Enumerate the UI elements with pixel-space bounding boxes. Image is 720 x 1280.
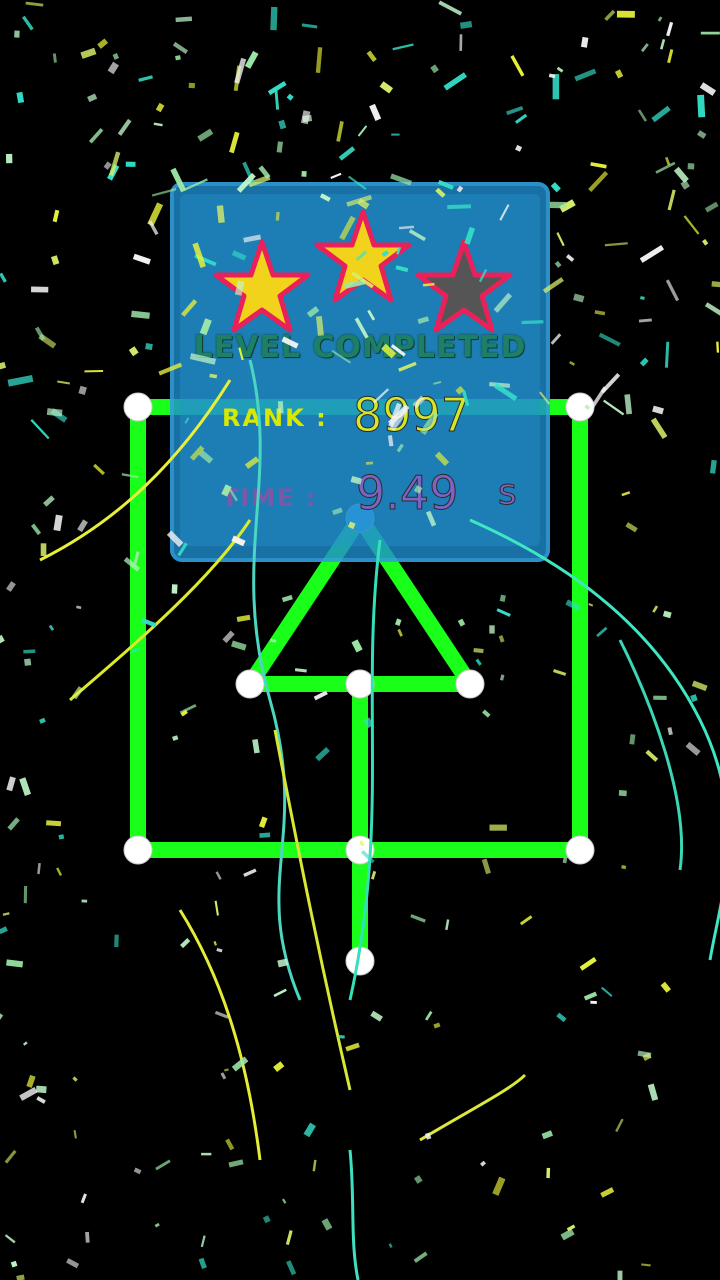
graph-node-tr[interactable]: [565, 392, 595, 422]
star-2-icon: [314, 209, 412, 303]
graph-node-lr[interactable]: [565, 835, 595, 865]
star-3-shape: [415, 239, 513, 333]
graph-node-ll[interactable]: [123, 835, 153, 865]
time-unit: s: [498, 472, 518, 514]
game-screen: LEVEL COMPLETED RANK : 8997 TIME : 9.49 …: [0, 0, 720, 1280]
star-2-shape: [314, 209, 412, 303]
time-label: TIME :: [222, 484, 318, 512]
graph-node-lm[interactable]: [345, 835, 375, 865]
star-3-icon: [415, 239, 513, 333]
level-completed-title: LEVEL COMPLETED: [193, 330, 527, 365]
time-value: 9.49: [355, 466, 459, 521]
star-1-shape: [213, 239, 311, 333]
level-complete-panel: LEVEL COMPLETED RANK : 8997 TIME : 9.49 …: [170, 182, 550, 562]
rank-value: 8997: [352, 388, 471, 443]
graph-node-bottom[interactable]: [345, 946, 375, 976]
graph-node-tl[interactable]: [123, 392, 153, 422]
graph-node-br[interactable]: [455, 669, 485, 699]
graph-node-bm[interactable]: [345, 669, 375, 699]
rank-label: RANK :: [222, 404, 328, 432]
graph-node-bl[interactable]: [235, 669, 265, 699]
star-1-icon: [213, 239, 311, 333]
